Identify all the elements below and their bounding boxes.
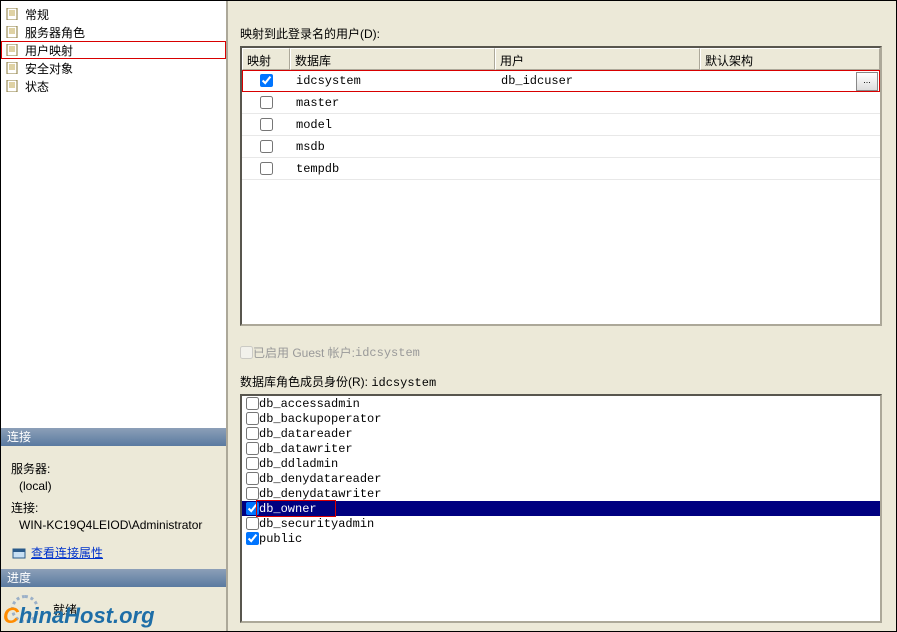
tree-spacer <box>1 99 226 428</box>
role-name: db_ddladmin <box>259 457 338 471</box>
connection-label: 连接: <box>11 499 216 516</box>
role-row[interactable]: db_datareader <box>242 426 880 441</box>
mapping-row-checkbox[interactable] <box>260 74 273 87</box>
page-icon <box>5 43 21 57</box>
progress-header: 进度 <box>1 569 226 587</box>
mapping-row-checkbox[interactable] <box>260 96 273 109</box>
role-row[interactable]: db_denydatawriter <box>242 486 880 501</box>
nav-tree: 常规 服务器角色 用户映射 安全对象 状态 <box>1 1 226 99</box>
mapping-row-checkbox[interactable] <box>260 140 273 153</box>
role-checkbox[interactable] <box>246 487 259 500</box>
mapping-row-user: db_idcuser <box>495 70 700 91</box>
role-name: db_owner <box>259 502 317 516</box>
mapping-row-checkbox[interactable] <box>260 162 273 175</box>
role-row[interactable]: db_owner <box>242 501 880 516</box>
page-icon <box>5 61 21 75</box>
tree-item-status[interactable]: 状态 <box>1 77 226 95</box>
role-name: db_denydatawriter <box>259 487 381 501</box>
mapping-row-schema <box>700 92 880 113</box>
mapping-row-schema <box>700 70 880 91</box>
mapping-row-user <box>495 158 700 179</box>
role-name: public <box>259 532 302 546</box>
mapping-row-db: idcsystem <box>290 70 495 91</box>
role-checkbox[interactable] <box>246 532 259 545</box>
view-connection-props-link[interactable]: 查看连接属性 <box>11 544 216 561</box>
mapping-row-schema <box>700 114 880 135</box>
mapping-label: 映射到此登录名的用户(D): <box>240 25 892 42</box>
role-row[interactable]: db_ddladmin <box>242 456 880 471</box>
mapping-row-schema <box>700 158 880 179</box>
role-name: db_datawriter <box>259 442 353 456</box>
role-checkbox[interactable] <box>246 517 259 530</box>
role-checkbox[interactable] <box>246 412 259 425</box>
tree-item-label: 常规 <box>25 6 49 23</box>
link-icon <box>11 545 27 561</box>
table-row[interactable]: master <box>242 92 880 114</box>
page-icon <box>5 25 21 39</box>
server-label: 服务器: <box>11 460 216 477</box>
role-checkbox[interactable] <box>246 397 259 410</box>
role-name: db_backupoperator <box>259 412 381 426</box>
schema-browse-button[interactable]: ... <box>856 72 878 91</box>
table-row[interactable]: model <box>242 114 880 136</box>
mapping-grid[interactable]: 映射 数据库 用户 默认架构 idcsystemdb_idcuser...mas… <box>240 46 882 326</box>
tree-item-user-mapping[interactable]: 用户映射 <box>1 41 226 59</box>
mapping-row-db: master <box>290 92 495 113</box>
mapping-row-db: tempdb <box>290 158 495 179</box>
role-checkbox[interactable] <box>246 457 259 470</box>
toolbar <box>230 1 892 21</box>
tree-item-label: 用户映射 <box>25 42 73 59</box>
mapping-col-schema[interactable]: 默认架构 <box>700 48 880 70</box>
role-row[interactable]: db_datawriter <box>242 441 880 456</box>
watermark-logo: ChinaHost.org <box>3 603 223 629</box>
role-name: db_datareader <box>259 427 353 441</box>
right-pane: 映射到此登录名的用户(D): 映射 数据库 用户 默认架构 idcsystemd… <box>228 1 896 631</box>
role-row[interactable]: db_backupoperator <box>242 411 880 426</box>
tree-item-label: 安全对象 <box>25 60 73 77</box>
tree-item-label: 状态 <box>25 78 49 95</box>
table-row[interactable]: idcsystemdb_idcuser... <box>242 70 880 92</box>
mapping-row-user <box>495 136 700 157</box>
mapping-grid-header: 映射 数据库 用户 默认架构 <box>242 48 880 70</box>
tree-item-general[interactable]: 常规 <box>1 5 226 23</box>
role-row[interactable]: public <box>242 531 880 546</box>
table-row[interactable]: msdb <box>242 136 880 158</box>
mapping-col-db[interactable]: 数据库 <box>290 48 495 70</box>
guest-checkbox <box>240 346 253 359</box>
mapping-row-user <box>495 114 700 135</box>
guest-account-line: 已启用 Guest 帐户: idcsystem <box>240 344 892 361</box>
page-icon <box>5 79 21 93</box>
role-name: db_securityadmin <box>259 517 374 531</box>
tree-item-label: 服务器角色 <box>25 24 85 41</box>
roles-listbox[interactable]: db_accessadmindb_backupoperatordb_datare… <box>240 394 882 623</box>
connection-panel: 服务器: (local) 连接: WIN-KC19Q4LEIOD\Adminis… <box>1 446 226 569</box>
mapping-row-db: msdb <box>290 136 495 157</box>
page-icon <box>5 7 21 21</box>
mapping-row-db: model <box>290 114 495 135</box>
mapping-col-user[interactable]: 用户 <box>495 48 700 70</box>
table-row[interactable]: tempdb <box>242 158 880 180</box>
role-row[interactable]: db_denydatareader <box>242 471 880 486</box>
mapping-row-checkbox[interactable] <box>260 118 273 131</box>
mapping-row-user <box>495 92 700 113</box>
role-row[interactable]: db_accessadmin <box>242 396 880 411</box>
roles-label: 数据库角色成员身份(R): idcsystem <box>240 373 892 390</box>
server-value: (local) <box>11 479 216 493</box>
tree-item-server-roles[interactable]: 服务器角色 <box>1 23 226 41</box>
role-checkbox[interactable] <box>246 442 259 455</box>
mapping-col-map[interactable]: 映射 <box>242 48 290 70</box>
role-checkbox[interactable] <box>246 472 259 485</box>
role-name: db_accessadmin <box>259 397 360 411</box>
connection-header: 连接 <box>1 428 226 446</box>
role-name: db_denydatareader <box>259 472 381 486</box>
connection-value: WIN-KC19Q4LEIOD\Administrator <box>11 518 216 532</box>
role-checkbox[interactable] <box>246 427 259 440</box>
mapping-row-schema <box>700 136 880 157</box>
mapping-grid-body: idcsystemdb_idcuser...mastermodelmsdbtem… <box>242 70 880 324</box>
left-pane: 常规 服务器角色 用户映射 安全对象 状态 连接 服务器: (local) <box>1 1 228 631</box>
tree-item-securables[interactable]: 安全对象 <box>1 59 226 77</box>
role-row[interactable]: db_securityadmin <box>242 516 880 531</box>
role-checkbox[interactable] <box>246 502 259 515</box>
